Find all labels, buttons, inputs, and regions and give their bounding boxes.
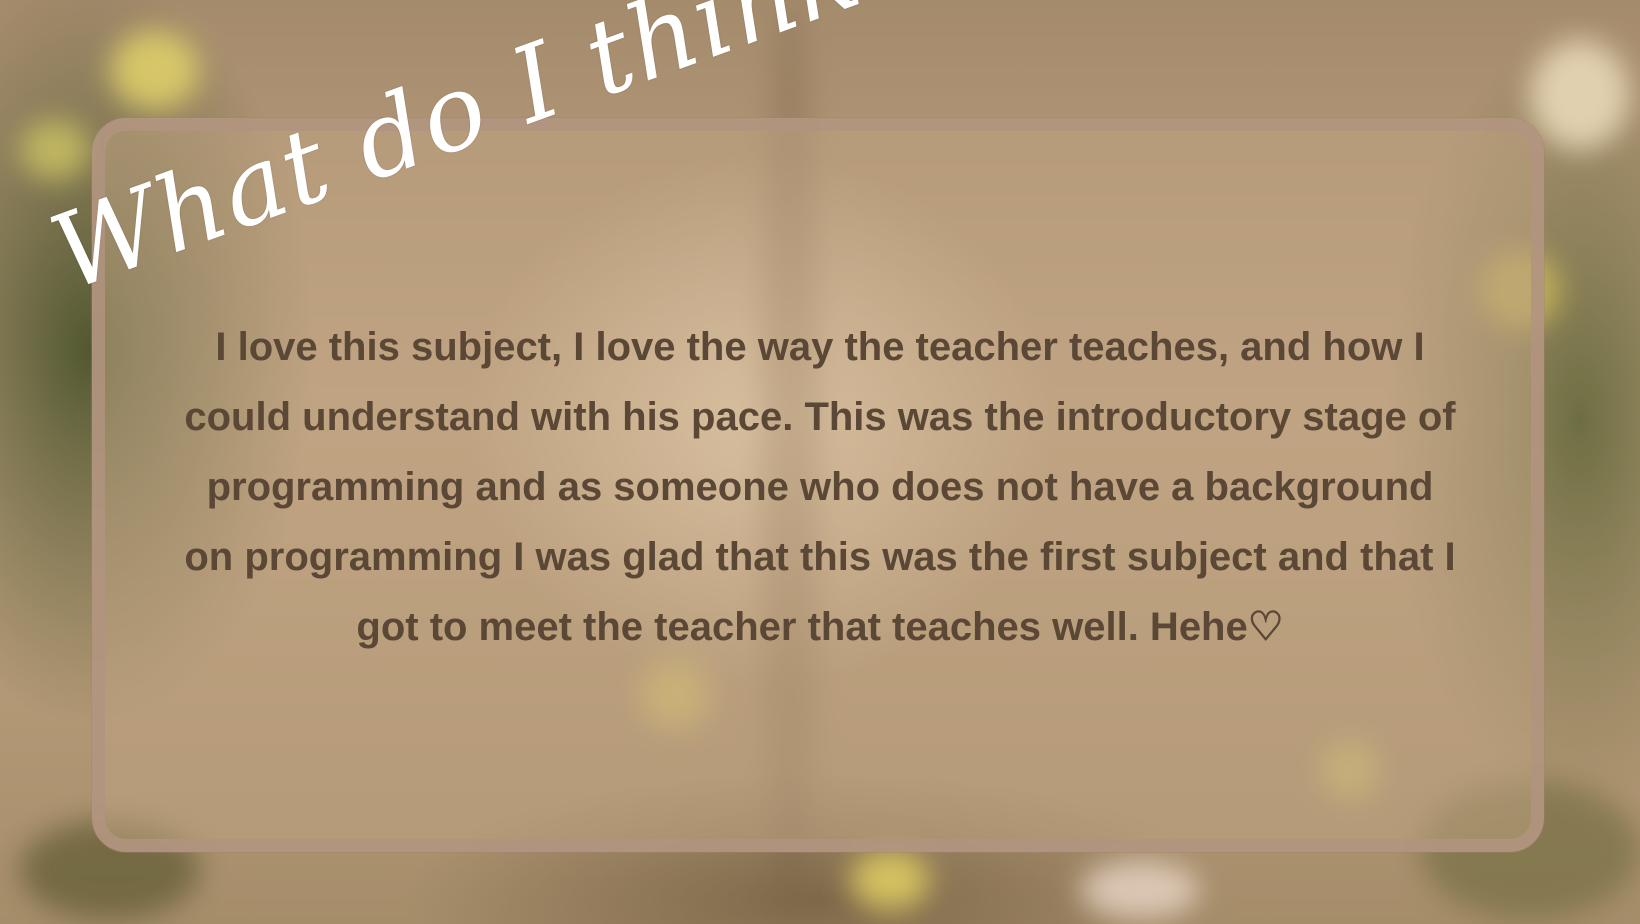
flower-blob [1530,40,1630,150]
flower-blob [850,850,930,910]
reflection-paragraph: I love this subject, I love the way the … [184,325,1456,649]
flower-blob [110,30,200,110]
flower-blob [1080,860,1200,920]
flower-blob [20,120,90,180]
